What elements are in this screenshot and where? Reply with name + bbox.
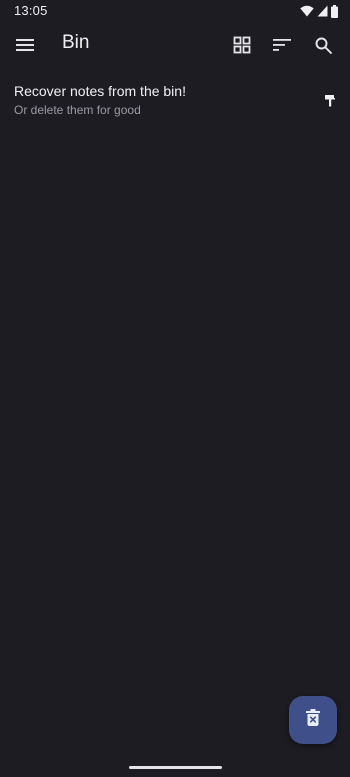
- search-button[interactable]: [309, 31, 337, 59]
- grid-view-icon: [233, 36, 251, 54]
- status-time: 13:05: [14, 3, 48, 18]
- delete-forever-icon: [306, 709, 320, 731]
- sort-button[interactable]: [268, 31, 296, 59]
- search-icon: [315, 37, 332, 54]
- sort-icon: [273, 38, 291, 52]
- gesture-nav-bar[interactable]: [129, 766, 222, 769]
- banner-action-button[interactable]: [320, 93, 340, 113]
- battery-icon: [331, 4, 338, 18]
- banner-subtitle: Or delete them for good: [14, 103, 141, 117]
- paint-brush-icon: [325, 94, 335, 112]
- page-title: Bin: [62, 32, 90, 53]
- grid-view-button[interactable]: [228, 31, 256, 59]
- status-bar: 13:05: [0, 0, 350, 22]
- menu-icon: [16, 38, 34, 52]
- empty-bin-fab[interactable]: [289, 696, 337, 744]
- app-bar: Bin: [0, 22, 350, 68]
- menu-button[interactable]: [11, 31, 39, 59]
- banner-title: Recover notes from the bin!: [14, 83, 186, 99]
- wifi-icon: [300, 5, 314, 17]
- status-icons: [300, 4, 338, 18]
- bin-info-banner: Recover notes from the bin! Or delete th…: [0, 80, 350, 124]
- cellular-signal-icon: [317, 5, 328, 17]
